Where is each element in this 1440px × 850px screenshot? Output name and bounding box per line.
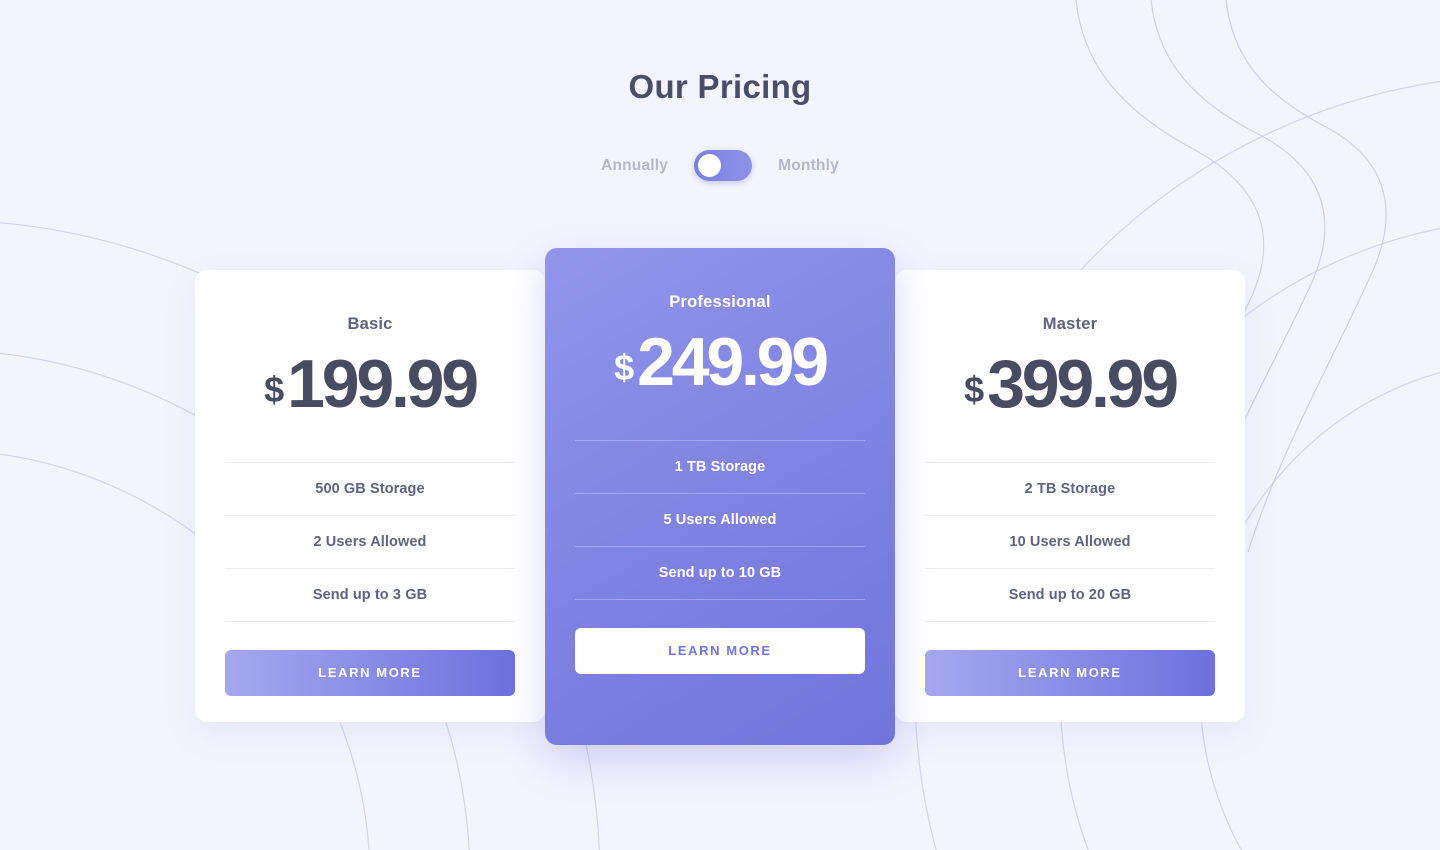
feature-item: Send up to 3 GB <box>225 568 515 622</box>
pricing-cards: Basic $ 199.99 500 GB Storage 2 Users Al… <box>0 248 1440 768</box>
billing-toggle-row: Annually Monthly <box>0 150 1440 181</box>
feature-item: 500 GB Storage <box>225 462 515 515</box>
plan-features: 500 GB Storage 2 Users Allowed Send up t… <box>225 462 515 622</box>
plan-features: 1 TB Storage 5 Users Allowed Send up to … <box>575 440 865 600</box>
plan-name: Professional <box>669 293 771 311</box>
learn-more-button-basic[interactable]: LEARN MORE <box>225 650 515 696</box>
feature-item: 5 Users Allowed <box>575 493 865 546</box>
currency-symbol: $ <box>964 369 984 410</box>
feature-item: 1 TB Storage <box>575 440 865 493</box>
learn-more-button-professional[interactable]: LEARN MORE <box>575 628 865 674</box>
feature-item: 10 Users Allowed <box>925 515 1215 568</box>
price-amount: 199.99 <box>287 346 479 422</box>
page-title: Our Pricing <box>628 68 812 105</box>
annually-label[interactable]: Annually <box>601 157 668 175</box>
pricing-card-master[interactable]: Master $ 399.99 2 TB Storage 10 Users Al… <box>895 270 1245 722</box>
pricing-card-professional[interactable]: Professional $ 249.99 1 TB Storage 5 Use… <box>545 248 895 745</box>
price-amount: 399.99 <box>987 346 1179 422</box>
plan-name: Master <box>1042 315 1098 333</box>
toggle-knob <box>698 154 722 177</box>
feature-item: 2 TB Storage <box>925 462 1215 515</box>
currency-symbol: $ <box>264 369 284 410</box>
billing-period-toggle[interactable] <box>694 150 753 181</box>
currency-symbol: $ <box>614 347 634 388</box>
plan-price: $ 199.99 <box>225 350 515 428</box>
plan-price: $ 249.99 <box>575 328 865 406</box>
learn-more-button-master[interactable]: LEARN MORE <box>925 650 1215 696</box>
plan-name: Basic <box>347 315 393 333</box>
pricing-page: Our Pricing Annually Monthly Basic $ 199… <box>0 0 1440 850</box>
price-amount: 249.99 <box>637 324 829 400</box>
feature-item: Send up to 10 GB <box>575 546 865 600</box>
pricing-card-basic[interactable]: Basic $ 199.99 500 GB Storage 2 Users Al… <box>195 270 545 722</box>
feature-item: Send up to 20 GB <box>925 568 1215 622</box>
monthly-label[interactable]: Monthly <box>778 157 839 175</box>
feature-item: 2 Users Allowed <box>225 515 515 568</box>
plan-price: $ 399.99 <box>925 350 1215 428</box>
plan-features: 2 TB Storage 10 Users Allowed Send up to… <box>925 462 1215 622</box>
